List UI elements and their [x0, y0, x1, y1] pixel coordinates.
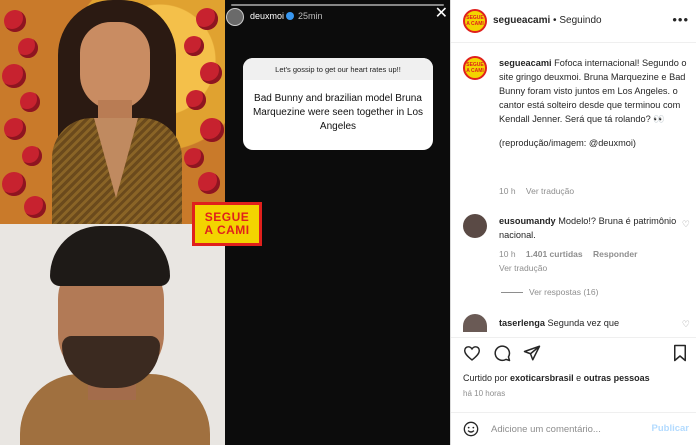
- liked-by-user[interactable]: exoticarsbrasil: [510, 373, 574, 383]
- comment-icon[interactable]: [493, 344, 511, 362]
- comment-like-icon[interactable]: ♡: [682, 219, 690, 230]
- view-replies-button[interactable]: Ver respostas (16): [501, 287, 598, 297]
- comment-meta: 10 h 1.401 curtidas Responder: [499, 249, 638, 259]
- comment-avatar[interactable]: [463, 214, 487, 238]
- caption-meta: 10 h Ver tradução: [499, 186, 575, 196]
- send-icon[interactable]: [523, 344, 541, 362]
- comment-like-icon[interactable]: ♡: [682, 319, 690, 330]
- translate-link[interactable]: Ver tradução: [526, 186, 574, 196]
- comment-composer: Publicar: [451, 412, 696, 445]
- photo-man: [0, 224, 225, 445]
- post-header: SEGUE A CAMI segueacami • Seguindo •••: [451, 0, 696, 43]
- comment-translate-link[interactable]: Ver tradução: [499, 263, 547, 273]
- header-username[interactable]: segueacami: [493, 15, 550, 26]
- reply-button[interactable]: Responder: [593, 249, 637, 259]
- question-answer: Bad Bunny and brazilian model Bruna Marq…: [252, 93, 424, 132]
- story-username: deuxmoi 25min: [250, 11, 323, 21]
- story-progress-bar: [231, 4, 444, 6]
- verified-icon: [286, 12, 295, 20]
- comment-input[interactable]: [491, 421, 641, 437]
- post-actions: [451, 337, 696, 365]
- smiley-icon[interactable]: [463, 421, 479, 437]
- liked-by: Curtido por exoticarsbrasil e outras pes…: [463, 373, 650, 383]
- avatar[interactable]: SEGUE A CAMI: [463, 9, 487, 33]
- comment-username[interactable]: taserlenga: [499, 318, 545, 328]
- photo-woman: [0, 0, 225, 224]
- comment: taserlenga Segunda vez que: [499, 318, 620, 328]
- comment: eusoumandy Modelo!? Bruna é patrimônio n…: [499, 216, 677, 240]
- caption: segueacami Fofoca internacional! Segundo…: [499, 56, 687, 150]
- close-icon: ✕: [434, 5, 448, 22]
- caption-avatar[interactable]: SEGUE A CAMI: [463, 56, 487, 80]
- publish-button[interactable]: Publicar: [652, 423, 690, 434]
- story-avatar: [226, 8, 244, 26]
- liked-by-others[interactable]: outras pessoas: [584, 373, 650, 383]
- comment-avatar[interactable]: [463, 314, 487, 332]
- header-user: segueacami • Seguindo: [493, 15, 602, 26]
- caption-username[interactable]: segueacami: [499, 58, 552, 68]
- bookmark-icon[interactable]: [671, 344, 689, 362]
- more-horizontal-icon[interactable]: •••: [672, 12, 689, 27]
- comments-panel: SEGUE A CAMI segueacami • Seguindo ••• SE…: [450, 0, 696, 445]
- caption-credit: (reprodução/imagem: @deuxmoi): [499, 138, 636, 148]
- heart-icon[interactable]: [463, 344, 481, 362]
- question-header: Let's gossip to get our heart rates up!!: [243, 58, 433, 80]
- comment-username[interactable]: eusoumandy: [499, 216, 556, 226]
- segue-a-cami-logo: SEGUE A CAMI: [192, 202, 262, 246]
- question-sticker: Let's gossip to get our heart rates up!!…: [243, 58, 433, 150]
- post-timestamp: há 10 horas: [463, 389, 506, 398]
- following-button[interactable]: Seguindo: [559, 15, 601, 26]
